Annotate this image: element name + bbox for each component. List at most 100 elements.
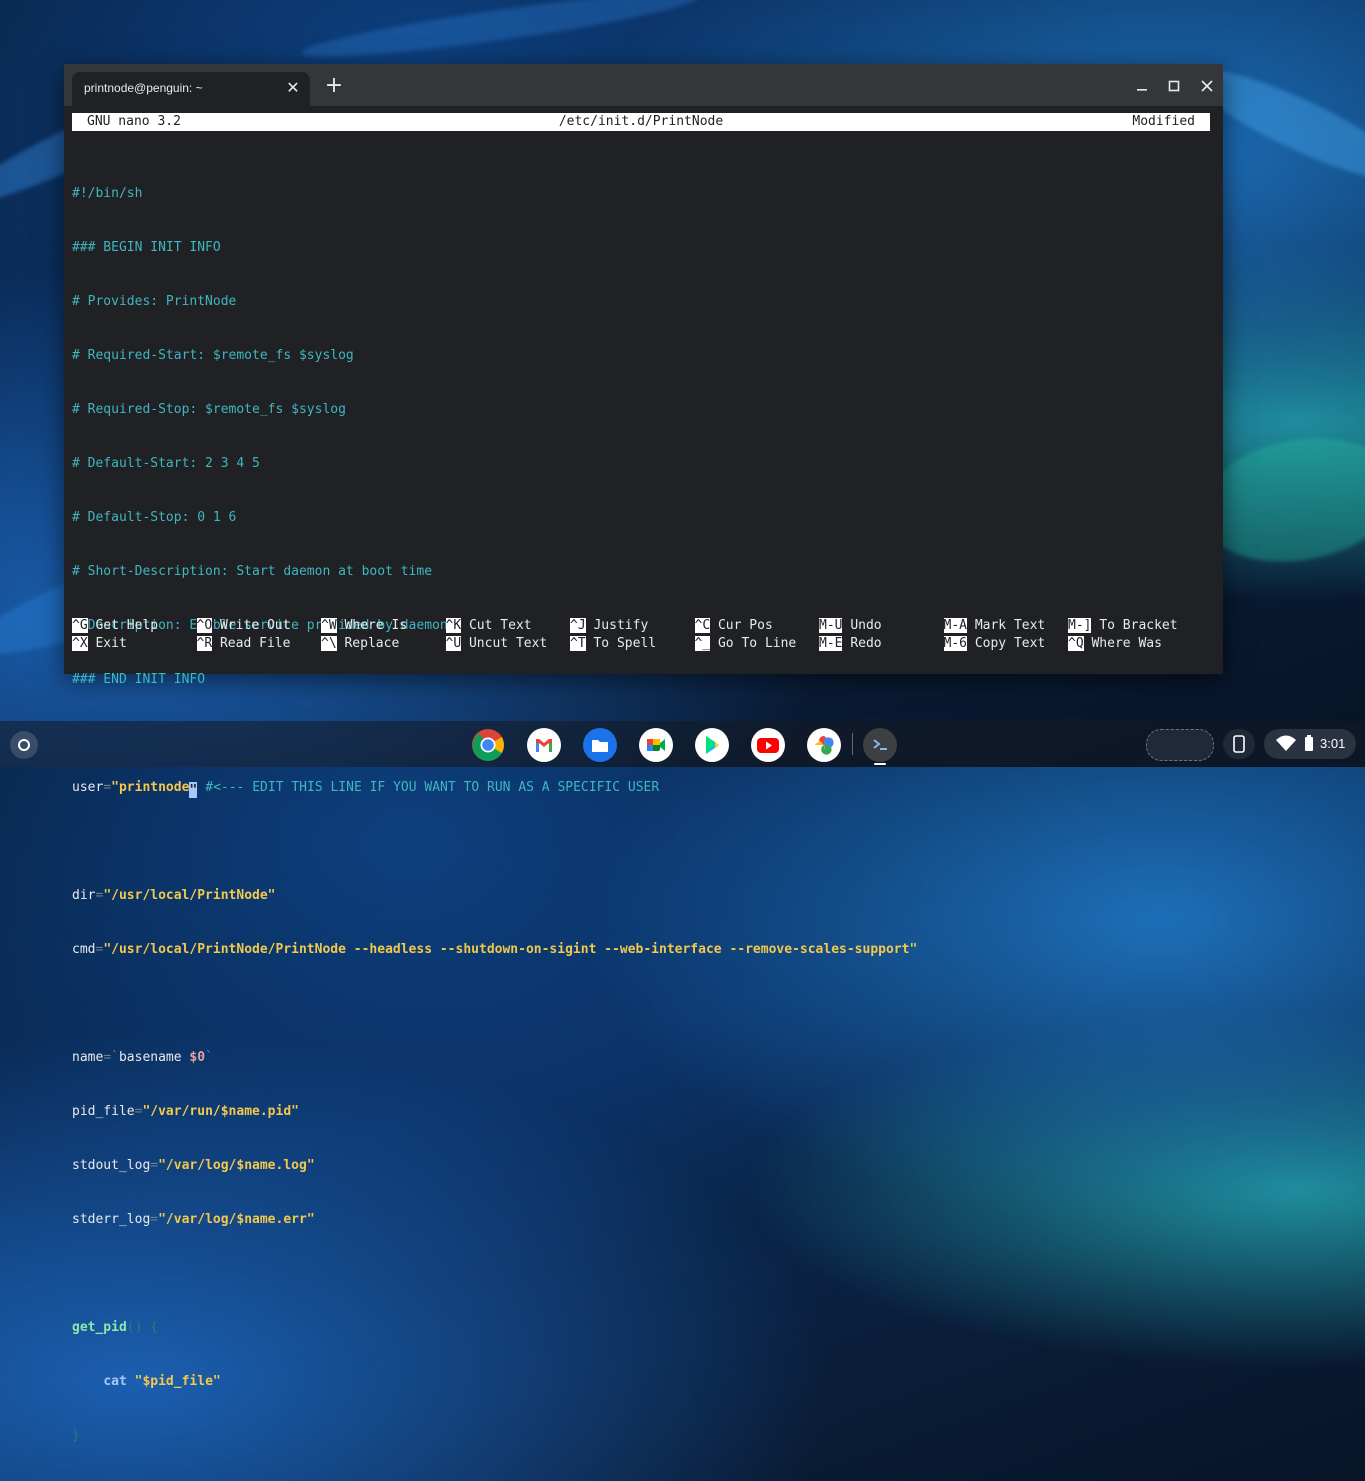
shortcut-item: M-A Mark Text (943, 617, 1045, 635)
function-name: get_pid (72, 1320, 127, 1335)
code-line: # Default-Start: 2 3 4 5 (72, 456, 260, 471)
shortcut-label: Redo (850, 636, 882, 651)
shortcut-item: M-E Redo (819, 635, 882, 653)
shortcut-key: M-E (819, 636, 843, 651)
shortcut-label: To Bracket (1099, 618, 1178, 633)
shortcut-key: ^G (72, 618, 88, 633)
shortcut-key: ^R (196, 636, 213, 651)
command-text: basename (118, 1050, 190, 1065)
code-line-pid: pid_file="/var/run/$name.pid" (72, 1103, 1212, 1121)
assign-op: =` (103, 1050, 119, 1065)
shell-variable: $0 (189, 1050, 206, 1065)
play-store-icon[interactable] (695, 728, 729, 762)
assign-op: = (150, 1212, 159, 1227)
wallpaper-streak (299, 0, 701, 68)
clock-time: 3:01 (1320, 736, 1346, 751)
shortcut-item: M-] To Bracket (1068, 617, 1178, 635)
shortcut-item: ^U Uncut Text (445, 635, 547, 653)
phone-hub-button[interactable] (1223, 729, 1255, 759)
shortcut-key: ^W (321, 618, 337, 633)
shortcut-item: ^C Cur Pos (694, 617, 773, 635)
shortcut-key: ^C (694, 618, 711, 633)
string-value: "/usr/local/PrintNode/PrintNode --headle… (103, 942, 918, 957)
shortcut-key: ^Q (1068, 636, 1084, 651)
photos-icon[interactable] (807, 728, 841, 762)
shortcut-item: ^Q Where Was (1068, 635, 1162, 653)
var-name: cmd (72, 942, 96, 957)
holding-space-tray[interactable] (1146, 729, 1214, 761)
code-line-user: user="printnode" #<--- EDIT THIS LINE IF… (72, 779, 1212, 798)
code-line: # Required-Start: $remote_fs $syslog (72, 348, 354, 363)
chrome-icon[interactable] (471, 728, 505, 762)
string-value: "/usr/local/PrintNode" (103, 888, 276, 903)
battery-icon (1305, 735, 1313, 751)
shortcut-item: ^O Write Out (196, 617, 291, 635)
youtube-icon[interactable] (751, 728, 785, 762)
shortcut-key: ^J (570, 618, 586, 633)
shortcut-item: ^W Where Is (321, 617, 407, 635)
shortcut-label: Go To Line (717, 636, 797, 651)
text-cursor: " (189, 782, 198, 798)
code-line-dir: dir="/usr/local/PrintNode" (72, 887, 1212, 905)
shortcut-label: Replace (344, 636, 400, 651)
new-tab-button[interactable]: + (322, 74, 346, 98)
meet-icon[interactable] (639, 728, 673, 762)
launcher-button[interactable] (10, 731, 38, 759)
shortcut-label: Cur Pos (717, 618, 773, 633)
terminal-tab[interactable]: printnode@penguin: ~ ✕ (72, 72, 310, 106)
shortcut-key: ^X (72, 636, 88, 651)
shortcut-key: M-A (943, 618, 967, 633)
shortcut-label: Justify (593, 618, 649, 633)
nano-version: GNU nano 3.2 (87, 114, 181, 129)
nano-filename: /etc/init.d/PrintNode (558, 114, 724, 129)
shortcut-item: ^R Read File (196, 635, 291, 653)
var-name: stderr_log (72, 1212, 151, 1227)
code-line: #!/bin/sh (72, 186, 143, 201)
shortcut-label: Where Is (344, 618, 408, 633)
shortcut-label: Write Out (219, 618, 291, 633)
gmail-icon[interactable] (527, 728, 561, 762)
shortcut-key: ^_ (694, 636, 711, 651)
command-keyword: cat (103, 1374, 127, 1389)
var-name: name (72, 1050, 104, 1065)
shortcut-label: Undo (850, 618, 882, 633)
nano-editor-area[interactable]: #!/bin/sh ### BEGIN INIT INFO # Provides… (72, 149, 1212, 1481)
shortcut-item: ^X Exit (72, 635, 127, 653)
shortcut-key: ^K (445, 618, 462, 633)
string-value: "/var/run/$name.pid" (142, 1104, 299, 1119)
string-value: "/var/log/$name.err" (158, 1212, 315, 1227)
nano-header-bar: /etc/init.d/PrintNode GNU nano 3.2 Modif… (72, 113, 1210, 131)
tab-title: printnode@penguin: ~ (84, 81, 203, 95)
var-name: pid_file (72, 1104, 135, 1119)
shortcut-label: Cut Text (468, 618, 532, 633)
code-line: # Provides: PrintNode (72, 294, 237, 309)
shortcut-item: ^K Cut Text (445, 617, 532, 635)
assign-op: = (95, 888, 104, 903)
maximize-icon[interactable] (1162, 74, 1186, 98)
tab-close-icon[interactable]: ✕ (282, 77, 304, 99)
shortcut-label: Read File (219, 636, 291, 651)
shortcut-item: ^_ Go To Line (694, 635, 797, 653)
code-line: ### END INIT INFO (72, 672, 206, 687)
var-name: stdout_log (72, 1158, 151, 1173)
string-value: "/var/log/$name.log" (158, 1158, 315, 1173)
terminal-window: printnode@penguin: ~ ✕ + /etc/init.d/Pri… (64, 64, 1223, 1443)
phone-icon (1233, 735, 1245, 753)
active-app-indicator (874, 763, 886, 765)
terminal-icon[interactable] (863, 728, 897, 762)
string-value: "$pid_file" (126, 1374, 221, 1389)
minimize-icon[interactable] (1130, 74, 1154, 98)
code-line: # Required-Stop: $remote_fs $syslog (72, 402, 346, 417)
shortcut-item: ^\ Replace (321, 635, 399, 653)
shelf-divider (852, 733, 853, 755)
files-icon[interactable] (583, 728, 617, 762)
shortcut-label: Get Help (95, 618, 159, 633)
string-value: "printnode (111, 780, 190, 795)
close-window-icon[interactable] (1195, 74, 1219, 98)
inline-comment: #<--- EDIT THIS LINE IF YOU WANT TO RUN … (197, 780, 660, 795)
shortcut-item: M-U Undo (819, 617, 882, 635)
shortcut-label: Exit (95, 636, 127, 651)
